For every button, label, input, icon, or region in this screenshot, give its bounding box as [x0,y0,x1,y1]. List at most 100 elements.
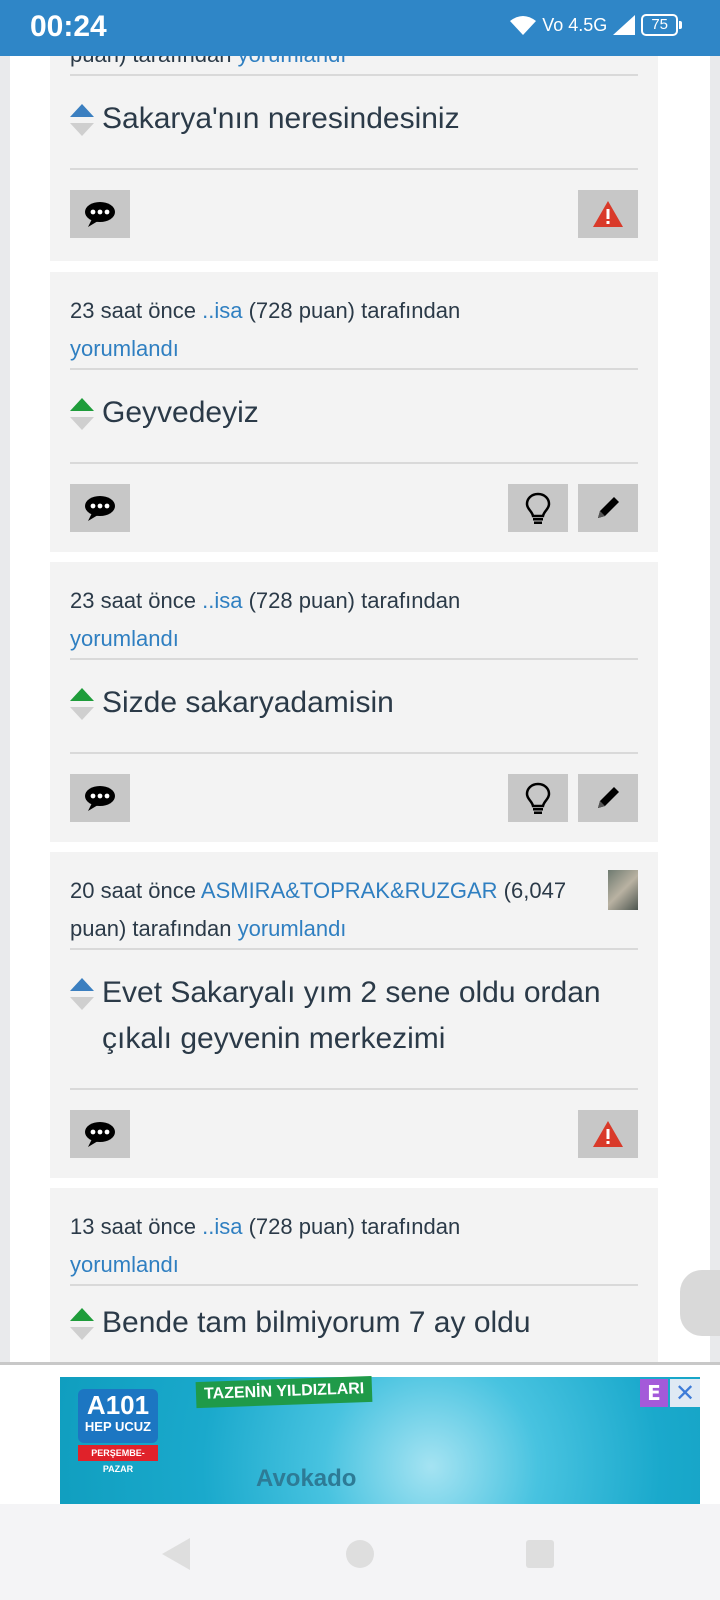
ad-container: A101 HEP UCUZ PERŞEMBE-PAZAR TAZENİN YIL… [0,1362,720,1507]
ad-banner-title: TAZENİN YILDIZLARI [195,1375,373,1409]
speech-bubble-icon [85,496,115,521]
vote-control[interactable] [70,978,94,1016]
warning-icon [593,1121,623,1147]
comment-body: Evet Sakaryalı yım 2 sene oldu ordan çık… [70,950,638,1088]
comment-card: 13 saat önce ..isa (728 puan) tarafından… [50,1188,658,1362]
comment-action-link[interactable]: yorumlandı [238,916,347,941]
reply-button[interactable] [70,190,130,238]
reply-button[interactable] [70,1110,130,1158]
vote-control[interactable] [70,1308,94,1346]
comment-card: 23 saat önce ..isa (728 puan) tarafından… [50,562,658,842]
ad-close-icon[interactable]: ✕ [670,1379,700,1407]
vote-up-icon[interactable] [70,1308,94,1321]
comment-meta-text: puan) tarafından [70,56,231,67]
vote-down-icon[interactable] [70,707,94,720]
home-icon[interactable] [346,1540,374,1568]
comment-meta-text: (728 puan) tarafından [248,1214,461,1239]
vote-up-icon[interactable] [70,688,94,701]
lightbulb-icon [525,782,551,814]
wifi-icon [510,16,537,35]
pencil-icon [598,497,619,518]
author-link[interactable]: ..isa [202,1214,242,1239]
ad-brand-days: PERŞEMBE-PAZAR [78,1445,158,1474]
ad-brand-logo: A101 HEP UCUZ [78,1389,158,1443]
status-icons: Vo 4.5G 75 [510,14,682,36]
comment-text: Bende tam bilmiyorum 7 ay oldu [102,1306,531,1339]
ad-slogan: HEP UCUZ [84,1419,152,1434]
comment-card: puan) tarafından yorumlandı Sakarya'nın … [50,56,658,261]
comment-time: 23 saat önce [70,298,196,323]
speech-bubble-icon [85,202,115,227]
lightbulb-icon [525,492,551,524]
author-link[interactable]: ..isa [202,588,242,613]
author-link[interactable]: ASMIRA&TOPRAK&RUZGAR [201,878,498,903]
reply-button[interactable] [70,484,130,532]
comment-meta: puan) tarafından yorumlandı [70,56,638,74]
comment-actions [50,754,658,840]
vote-control[interactable] [70,688,94,726]
comment-text: Sizde sakaryadamisin [102,686,394,719]
comment-body: Geyvedeyiz [70,370,638,462]
comment-text: Sakarya'nın neresindesiniz [102,102,460,135]
vote-down-icon[interactable] [70,1327,94,1340]
comment-action-link[interactable]: yorumlandı [70,626,179,651]
comments-page: puan) tarafından yorumlandı Sakarya'nın … [10,56,710,1362]
comment-time: 23 saat önce [70,588,196,613]
comment-meta: 20 saat önce ASMIRA&TOPRAK&RUZGAR (6,047… [70,872,638,948]
reply-button[interactable] [70,774,130,822]
comment-text: Geyvedeyiz [102,396,259,429]
edit-button[interactable] [578,774,638,822]
status-bar: 00:24 Vo 4.5G 75 [0,0,720,56]
comment-text: Evet Sakaryalı yım 2 sene oldu ordan çık… [102,976,601,1055]
flag-button[interactable] [578,1110,638,1158]
best-answer-button[interactable] [508,774,568,822]
battery-icon: 75 [641,14,678,36]
comment-body: Sakarya'nın neresindesiniz [70,76,638,168]
vote-down-icon[interactable] [70,997,94,1010]
ad-info-icon[interactable]: E [640,1379,668,1407]
side-handle[interactable] [680,1270,720,1336]
warning-icon [593,201,623,227]
navigation-bar [0,1504,720,1600]
edit-button[interactable] [578,484,638,532]
comment-meta: 23 saat önce ..isa (728 puan) tarafından… [70,292,638,368]
comment-time: 13 saat önce [70,1214,196,1239]
comment-body: Bende tam bilmiyorum 7 ay oldu [70,1286,638,1358]
vote-up-icon[interactable] [70,978,94,991]
back-icon[interactable] [162,1538,190,1570]
vote-up-icon[interactable] [70,398,94,411]
comment-time: 20 saat önce [70,878,196,903]
battery-cap [679,21,682,29]
avatar[interactable] [608,870,638,910]
flag-button[interactable] [578,190,638,238]
comment-meta-text: (728 puan) tarafından [248,298,461,323]
ad-banner[interactable]: A101 HEP UCUZ PERŞEMBE-PAZAR TAZENİN YIL… [60,1375,700,1505]
ad-logo-text: A101 [86,1390,150,1420]
vote-up-icon[interactable] [70,104,94,117]
comment-card: 20 saat önce ASMIRA&TOPRAK&RUZGAR (6,047… [50,852,658,1178]
comment-actions [50,170,658,256]
signal-icon [613,15,636,35]
vote-control[interactable] [70,398,94,436]
clock: 00:24 [30,10,107,43]
vote-down-icon[interactable] [70,123,94,136]
comment-action-link[interactable]: yorumlandı [238,56,347,67]
comment-meta: 23 saat önce ..isa (728 puan) tarafından… [70,582,638,658]
ad-product: Avokado [256,1465,357,1492]
vote-down-icon[interactable] [70,417,94,430]
comment-meta: 13 saat önce ..isa (728 puan) tarafından… [70,1208,638,1284]
pencil-icon [598,787,619,808]
comment-action-link[interactable]: yorumlandı [70,1252,179,1277]
comment-actions [50,464,658,550]
author-link[interactable]: ..isa [202,298,242,323]
comment-meta-text: (728 puan) tarafından [248,588,461,613]
vote-control[interactable] [70,104,94,142]
network-label: Vo 4.5G [542,14,608,35]
speech-bubble-icon [85,786,115,811]
best-answer-button[interactable] [508,484,568,532]
comment-body: Sizde sakaryadamisin [70,660,638,752]
comment-card: 23 saat önce ..isa (728 puan) tarafından… [50,272,658,552]
speech-bubble-icon [85,1122,115,1147]
comment-action-link[interactable]: yorumlandı [70,336,179,361]
recent-apps-icon[interactable] [526,1540,554,1568]
